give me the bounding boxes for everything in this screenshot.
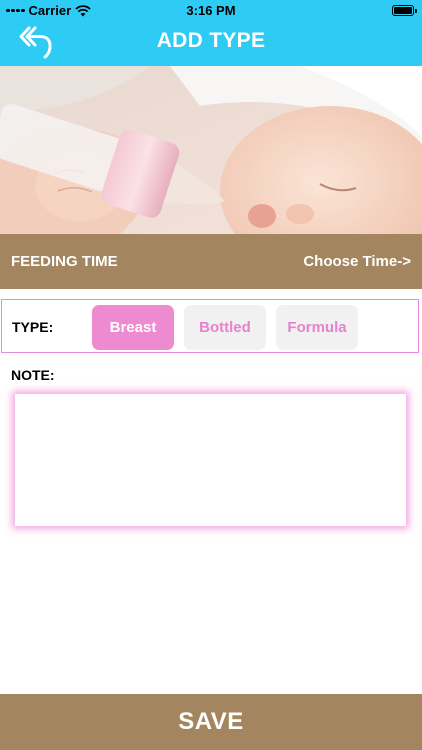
type-option-formula[interactable]: Formula — [276, 305, 358, 350]
page-title: ADD TYPE — [156, 29, 266, 52]
navigation-bar: Carrier 3:16 PM ADD TYPE — [0, 0, 422, 66]
type-option-breast[interactable]: Breast — [92, 305, 174, 350]
type-selector: TYPE: Breast Bottled Formula — [1, 299, 419, 353]
status-bar: Carrier 3:16 PM — [0, 0, 422, 22]
save-button[interactable]: SAVE — [0, 694, 422, 750]
type-label: TYPE: — [12, 319, 54, 335]
hero-image — [0, 66, 422, 234]
type-option-bottled[interactable]: Bottled — [184, 305, 266, 350]
feeding-time-bar: FEEDING TIME Choose Time-> — [0, 234, 422, 289]
feeding-time-label: FEEDING TIME — [11, 253, 118, 270]
status-time: 3:16 PM — [186, 3, 236, 18]
choose-time-button[interactable]: Choose Time-> — [303, 253, 411, 270]
note-input[interactable] — [15, 394, 406, 526]
battery-icon — [392, 5, 417, 16]
sleeping-baby-photo — [0, 66, 422, 234]
add-type-screen: Carrier 3:16 PM ADD TYPE FEEDING TIME Ch… — [0, 0, 422, 750]
note-label: NOTE: — [11, 367, 55, 383]
